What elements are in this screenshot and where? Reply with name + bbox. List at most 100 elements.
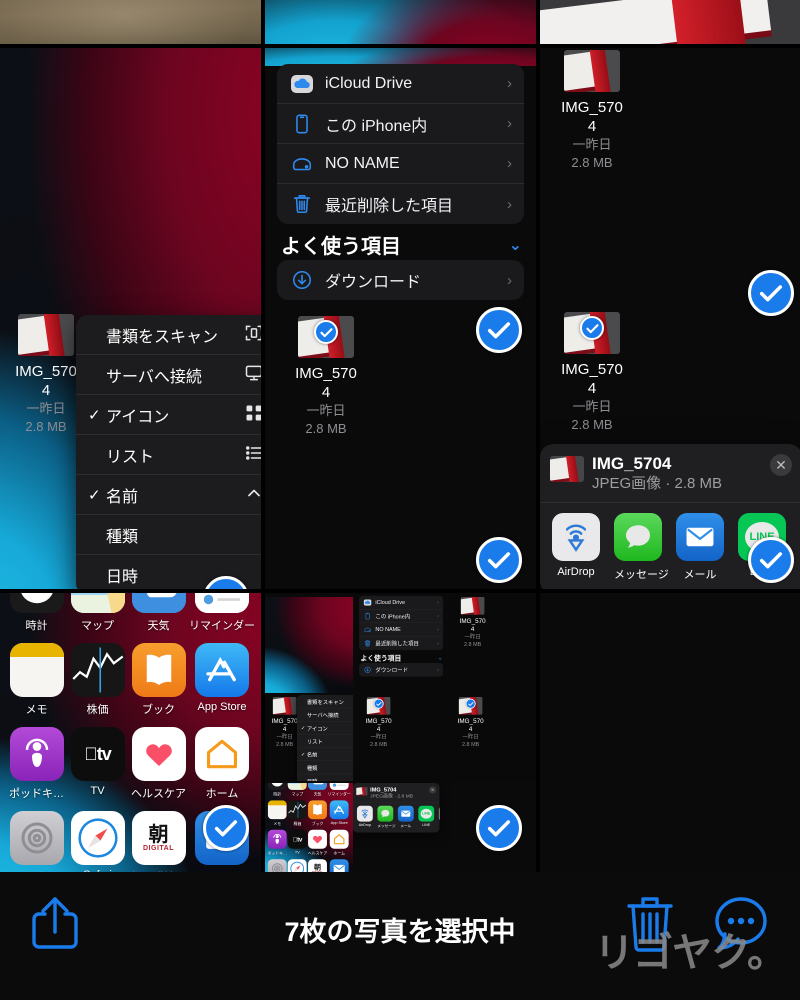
photo-tile-share-sheet[interactable]: IMG_570 4 一昨日 2.8 MB IMG_570 4 一昨日 2.8 M… <box>540 48 800 589</box>
share-app-mail-icon[interactable]: メール <box>676 513 724 582</box>
home-app-appletv-icon[interactable]: tvTV <box>67 727 128 801</box>
home-app-asahi-icon[interactable]: 朝DIGITAL新聞購読… <box>307 859 328 872</box>
delete-button[interactable] <box>622 892 678 959</box>
home-app-notes-icon[interactable]: メモ <box>267 800 287 826</box>
home-app-reminders-icon[interactable]: リマインダー <box>189 593 255 633</box>
context-menu-item[interactable]: サーバへ接続 <box>76 355 261 395</box>
selection-check-badge[interactable] <box>748 537 794 583</box>
share-app-airdrop-icon[interactable]: AirDrop <box>356 805 373 829</box>
photo-tile-recursive-screenshot[interactable]: iCloud Drive › この iPhone内 › NO NAME › 最近削除した項目… <box>265 593 536 872</box>
home-app-label: ヘルスケア <box>307 851 328 856</box>
file-item[interactable]: IMG_570 4 一昨日 2.8 MB <box>284 316 368 438</box>
share-app-line-icon[interactable]: LINELINE <box>418 805 435 829</box>
context-menu[interactable]: 書類をスキャン サーバへ接続 ✓ アイコン リスト ✓ 名前 種類 日時 <box>76 315 261 589</box>
home-app-weather-icon[interactable]: 天気 <box>307 783 328 797</box>
home-app-weather-icon[interactable]: 天気 <box>128 593 189 633</box>
home-app-stocks-icon[interactable]: 株価 <box>287 800 307 826</box>
context-menu-item[interactable]: 種類 <box>297 761 353 775</box>
home-app-home-icon[interactable]: ホーム <box>328 829 351 856</box>
files-row-icloud-icon[interactable]: iCloud Drive › <box>277 64 524 104</box>
photo-tile-redbox-crop[interactable] <box>540 0 800 44</box>
context-menu-item[interactable]: 種類 <box>76 515 261 555</box>
photo-tile-tan-crop[interactable] <box>0 0 261 44</box>
home-app-books-icon[interactable]: ブック <box>128 643 189 717</box>
more-options-button[interactable] <box>712 894 770 957</box>
files-locations-group[interactable]: iCloud Drive › この iPhone内 › NO NAME › 最近削除した項目… <box>277 64 524 224</box>
home-app-asahi-icon[interactable]: 朝DIGITAL新聞購読… <box>128 811 189 872</box>
home-app-label: TV <box>294 850 300 855</box>
files-row-download-icon[interactable]: ダウンロード › <box>277 260 524 300</box>
files-favorites-group[interactable]: ダウンロード › <box>277 260 524 300</box>
photo-tile-wallpaper-crop[interactable] <box>265 0 536 44</box>
home-app-safari-icon[interactable]: Safari <box>67 811 128 872</box>
home-app-appstore-icon[interactable]: App Store <box>328 800 351 826</box>
home-app-settings-icon[interactable]: 設定 <box>6 811 67 872</box>
photo-grid: IMG_570 4 一昨日 2.8 MB 書類をスキャン サーバへ接続 ✓ アイコンリ… <box>0 0 800 872</box>
home-app-safari-icon[interactable]: Safari <box>287 859 307 872</box>
share-app-notes-icon[interactable] <box>438 805 440 829</box>
files-row-icloud-icon[interactable]: iCloud Drive › <box>359 596 444 610</box>
file-item[interactable]: IMG_570 4 一昨日 2.8 MB <box>550 312 634 434</box>
server-icon <box>240 363 261 387</box>
home-app-mail-icon[interactable]: メール <box>328 859 351 872</box>
context-menu-item[interactable]: リスト <box>297 735 353 748</box>
context-menu-item[interactable]: 日時 <box>297 774 353 781</box>
context-menu-item[interactable]: 書類をスキャン <box>76 315 261 355</box>
home-app-podcasts-icon[interactable]: ポッドキ… <box>267 829 287 856</box>
files-row-iphone-icon[interactable]: この iPhone内 › <box>359 609 444 623</box>
home-app-appletv-icon[interactable]: tvTV <box>287 829 307 856</box>
file-thumbnail <box>298 316 354 358</box>
photo-tile-empty[interactable] <box>540 593 800 872</box>
photo-tile-wallpaper[interactable]: IMG_570 4 一昨日 2.8 MB 書類をスキャン サーバへ接続 ✓ アイコンリ… <box>0 48 261 589</box>
home-app-health-icon[interactable]: ヘルスケア <box>307 829 328 856</box>
files-row-download-icon[interactable]: ダウンロード › <box>359 663 443 677</box>
home-app-podcasts-icon[interactable]: ポッドキ… <box>6 727 67 801</box>
context-menu-item[interactable]: 書類をスキャン <box>297 695 353 709</box>
file-selected-badge[interactable] <box>580 316 604 340</box>
selection-check-badge[interactable] <box>748 270 794 316</box>
home-app-clock-icon[interactable]: 時計 <box>6 593 67 633</box>
selection-check-badge[interactable] <box>476 537 522 583</box>
home-app-clock-icon[interactable]: 時計 <box>267 783 287 797</box>
files-row-drive-icon[interactable]: NO NAME › <box>277 144 524 184</box>
home-app-reminders-icon[interactable]: リマインダー <box>328 783 351 797</box>
home-app-settings-icon[interactable]: 設定 <box>267 859 287 872</box>
files-row-iphone-icon[interactable]: この iPhone内 › <box>277 104 524 144</box>
photo-tile-files-app[interactable]: iCloud Drive › この iPhone内 › NO NAME › 最近削除した項目… <box>265 48 536 589</box>
home-app-home-icon[interactable]: ホーム <box>189 727 255 801</box>
file-item[interactable]: IMG_570 4 一昨日 2.8 MB <box>550 50 634 172</box>
context-menu-item[interactable]: ✓ アイコン <box>297 721 353 735</box>
selection-check-badge[interactable] <box>203 805 249 851</box>
list-icon <box>246 445 261 460</box>
home-app-books-icon[interactable]: ブック <box>307 800 328 826</box>
tan-photo <box>0 0 261 44</box>
context-menu-item[interactable]: ✓ 名前 <box>76 475 261 515</box>
chevron-right-icon: › <box>437 613 439 619</box>
file-selected-badge[interactable] <box>314 320 338 344</box>
context-menu-item[interactable]: サーバへ接続 <box>297 708 353 722</box>
home-app-maps-icon[interactable]: マップ <box>287 783 307 797</box>
home-app-stocks-icon[interactable]: 株価 <box>67 643 128 717</box>
context-menu-item[interactable]: ✓ 名前 <box>297 748 353 761</box>
chevron-down-icon[interactable]: ⌄ <box>509 235 522 255</box>
selection-check-badge[interactable] <box>476 307 522 353</box>
home-app-appstore-icon[interactable]: App Store <box>189 643 255 717</box>
photo-tile-home-screen[interactable]: 時計 マップ 天気 リマインダーメモ 株価 ブック App Store ポッドキ… tv TV ヘ… <box>0 593 261 872</box>
share-app-airdrop-icon[interactable]: AirDrop <box>552 513 600 582</box>
weather-icon <box>308 783 328 790</box>
files-row-trash-icon[interactable]: 最近削除した項目 › <box>277 184 524 224</box>
share-app-mail-icon[interactable]: メール <box>397 805 414 829</box>
files-row-drive-icon[interactable]: NO NAME › <box>359 623 444 637</box>
share-app-messages-icon[interactable]: メッセージ <box>377 805 395 829</box>
share-app-label: メッセージ <box>614 569 669 581</box>
context-menu-item[interactable]: ✓ アイコン <box>76 395 261 435</box>
close-icon[interactable]: ✕ <box>770 454 792 476</box>
selection-check-badge[interactable] <box>476 805 522 851</box>
context-menu-item[interactable]: リスト <box>76 435 261 475</box>
files-row-trash-icon[interactable]: 最近削除した項目 › <box>359 637 443 651</box>
home-app-maps-icon[interactable]: マップ <box>67 593 128 633</box>
home-app-health-icon[interactable]: ヘルスケア <box>128 727 189 801</box>
home-app-notes-icon[interactable]: メモ <box>6 643 67 717</box>
share-app-messages-icon[interactable]: メッセージ <box>614 513 669 582</box>
favorites-header-row[interactable]: よく使う項目 ⌄ <box>281 230 522 259</box>
